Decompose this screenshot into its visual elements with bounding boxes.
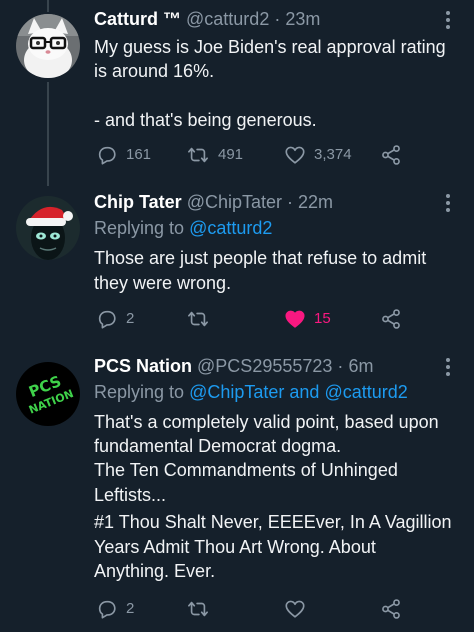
tweet-header: Chip Tater @ChipTater · 22m — [94, 189, 434, 215]
tweet-header: Catturd ™ @catturd2 · 23m — [94, 6, 434, 32]
display-name[interactable]: PCS Nation — [94, 356, 192, 376]
timestamp[interactable]: 22m — [298, 192, 333, 212]
retweet-button[interactable] — [186, 307, 218, 331]
tweet-header: PCS Nation @PCS29555723 · 6m — [94, 353, 434, 379]
avatar[interactable] — [16, 14, 80, 78]
share-button[interactable] — [380, 597, 402, 621]
more-options-icon[interactable] — [440, 191, 456, 215]
tweet-text-line: fundamental Democrat dogma. — [94, 436, 342, 456]
like-count: 3,374 — [314, 146, 352, 163]
timestamp[interactable]: 23m — [285, 9, 320, 29]
heart-icon — [285, 146, 305, 164]
tweet-text-line: Leftists... — [94, 485, 167, 505]
tweet-text-line: Anything. Ever. — [94, 561, 216, 581]
avatar[interactable]: PCS NATION — [16, 362, 80, 426]
retweet-icon — [188, 601, 208, 617]
retweet-button[interactable] — [186, 597, 218, 621]
like-button[interactable]: 15 — [284, 307, 331, 331]
reply-count: 2 — [126, 600, 135, 617]
avatar[interactable] — [16, 196, 80, 260]
replying-to-label: Replying to — [94, 382, 185, 402]
mention-conjunction: and — [289, 382, 320, 402]
reply-icon — [98, 600, 116, 619]
timestamp[interactable]: 6m — [348, 356, 373, 376]
retweet-icon — [188, 147, 208, 163]
user-handle[interactable]: @ChipTater — [187, 192, 282, 212]
tweet-text-line: My guess is Joe Biden's real approval ra… — [94, 37, 446, 57]
reply-button[interactable]: 161 — [96, 143, 151, 167]
tweet-text-line: That's a completely valid point, based u… — [94, 412, 439, 432]
tweet-pcsnation[interactable]: PCS NATION PCS Nation @PCS29555723 · 6m … — [0, 350, 474, 632]
cat-with-glasses-avatar-icon — [16, 14, 80, 78]
heart-icon — [285, 310, 305, 328]
more-options-icon[interactable] — [440, 8, 456, 32]
pcs-nation-logo-avatar-icon: PCS NATION — [16, 362, 80, 426]
replying-to-line: Replying to @ChipTater and @catturd2 — [94, 380, 408, 405]
like-button[interactable]: 3,374 — [284, 143, 352, 167]
reply-button[interactable]: 2 — [96, 597, 134, 621]
like-count: 15 — [314, 310, 331, 327]
separator-dot: · — [274, 9, 281, 29]
separator-dot: · — [337, 356, 344, 376]
heart-icon — [285, 600, 305, 618]
user-handle[interactable]: @PCS29555723 — [197, 356, 332, 376]
tweet-text-line: The Ten Commandments of Unhinged — [94, 460, 398, 480]
separator-dot: · — [287, 192, 294, 212]
tweet-text-line: is around 16%. — [94, 61, 215, 81]
share-icon — [382, 145, 400, 165]
display-name[interactable]: Catturd ™ — [94, 9, 181, 29]
mention-link[interactable]: @catturd2 — [189, 218, 272, 238]
reply-button[interactable]: 2 — [96, 307, 134, 331]
share-icon — [382, 599, 400, 619]
mention-link[interactable]: @catturd2 — [324, 382, 407, 402]
tweet-catturd[interactable]: Catturd ™ @catturd2 · 23m My guess is Jo… — [0, 0, 474, 180]
reply-count: 2 — [126, 310, 135, 327]
more-options-icon[interactable] — [440, 355, 456, 379]
reply-count: 161 — [126, 146, 152, 163]
replying-to-label: Replying to — [94, 218, 185, 238]
like-button[interactable] — [284, 597, 314, 621]
tweet-text-line: they were wrong. — [94, 273, 232, 293]
display-name[interactable]: Chip Tater — [94, 192, 182, 212]
tweet-text-line: Years Admit Thou Art Wrong. About — [94, 537, 376, 557]
mention-link[interactable]: @ChipTater — [189, 382, 284, 402]
share-button[interactable] — [380, 143, 402, 167]
reply-icon — [98, 146, 116, 165]
alien-santa-hat-avatar-icon — [16, 196, 80, 260]
replying-to-line: Replying to @catturd2 — [94, 216, 272, 241]
user-handle[interactable]: @catturd2 — [186, 9, 269, 29]
share-icon — [382, 309, 400, 329]
tweet-text-line: - and that's being generous. — [94, 110, 317, 130]
tweet-text-line: #1 Thou Shalt Never, EEEEver, In A Vagil… — [94, 512, 452, 532]
reply-icon — [98, 310, 116, 329]
retweet-count: 491 — [218, 146, 244, 163]
share-button[interactable] — [380, 307, 402, 331]
retweet-button[interactable]: 491 — [186, 143, 243, 167]
tweet-text-line: Those are just people that refuse to adm… — [94, 248, 427, 268]
retweet-icon — [188, 311, 208, 327]
tweet-chiptater[interactable]: Chip Tater @ChipTater · 22m Replying to … — [0, 186, 474, 346]
